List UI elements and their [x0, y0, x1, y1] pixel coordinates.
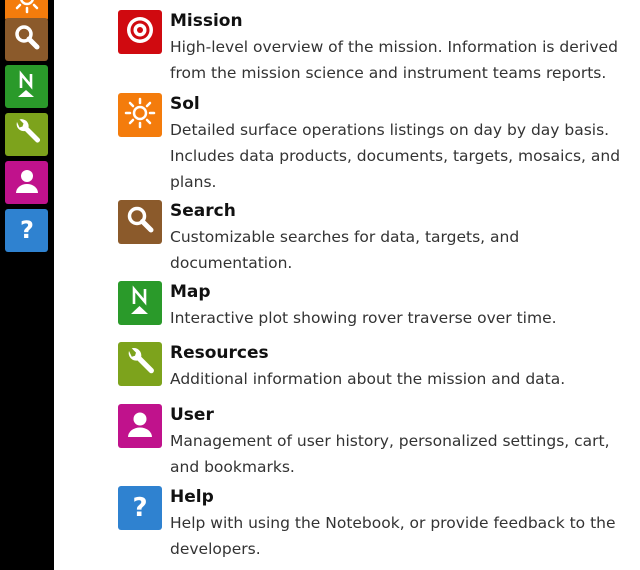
tile-map[interactable]: [118, 281, 162, 325]
item-description: Help with using the Notebook, or provide…: [170, 514, 616, 558]
map-north-icon: [123, 284, 157, 322]
sun-icon: [11, 0, 43, 18]
wrench-icon: [11, 117, 43, 153]
sidebar-nav: ?: [0, 0, 54, 570]
item-title[interactable]: Help: [170, 486, 214, 508]
map-north-icon: [11, 69, 43, 105]
tile-resources[interactable]: [118, 342, 162, 386]
item-title[interactable]: Search: [170, 200, 236, 222]
item-description: High-level overview of the mission. Info…: [170, 38, 619, 82]
item-title[interactable]: User: [170, 404, 214, 426]
tile-user[interactable]: [118, 404, 162, 448]
item-title[interactable]: Mission: [170, 10, 243, 32]
tile-help[interactable]: ?: [118, 486, 162, 530]
sidebar-item-map[interactable]: [5, 65, 48, 108]
user-icon: [123, 407, 157, 445]
sidebar-item-help[interactable]: ?: [5, 209, 48, 252]
help-icon: ?: [11, 213, 43, 249]
svg-text:?: ?: [20, 216, 34, 244]
search-icon: [11, 22, 43, 58]
sidebar-item-search[interactable]: [5, 18, 48, 61]
user-icon: [11, 165, 43, 201]
item-title[interactable]: Resources: [170, 342, 269, 364]
item-description: Management of user history, personalized…: [170, 432, 610, 476]
svg-text:?: ?: [132, 493, 147, 523]
sidebar-item-user[interactable]: [5, 161, 48, 204]
item-description: Additional information about the mission…: [170, 370, 566, 388]
help-icon: ?: [123, 489, 157, 527]
item-description: Detailed surface operations listings on …: [170, 121, 621, 191]
item-title[interactable]: Map: [170, 281, 211, 303]
sidebar-item-resources[interactable]: [5, 113, 48, 156]
target-icon: [123, 13, 157, 51]
sun-icon: [123, 96, 157, 134]
item-title[interactable]: Sol: [170, 93, 200, 115]
tile-mission[interactable]: [118, 10, 162, 54]
item-description: Customizable searches for data, targets,…: [170, 228, 520, 272]
wrench-icon: [123, 345, 157, 383]
tile-sol[interactable]: [118, 93, 162, 137]
search-icon: [123, 203, 157, 241]
item-description: Interactive plot showing rover traverse …: [170, 309, 557, 327]
tile-search[interactable]: [118, 200, 162, 244]
